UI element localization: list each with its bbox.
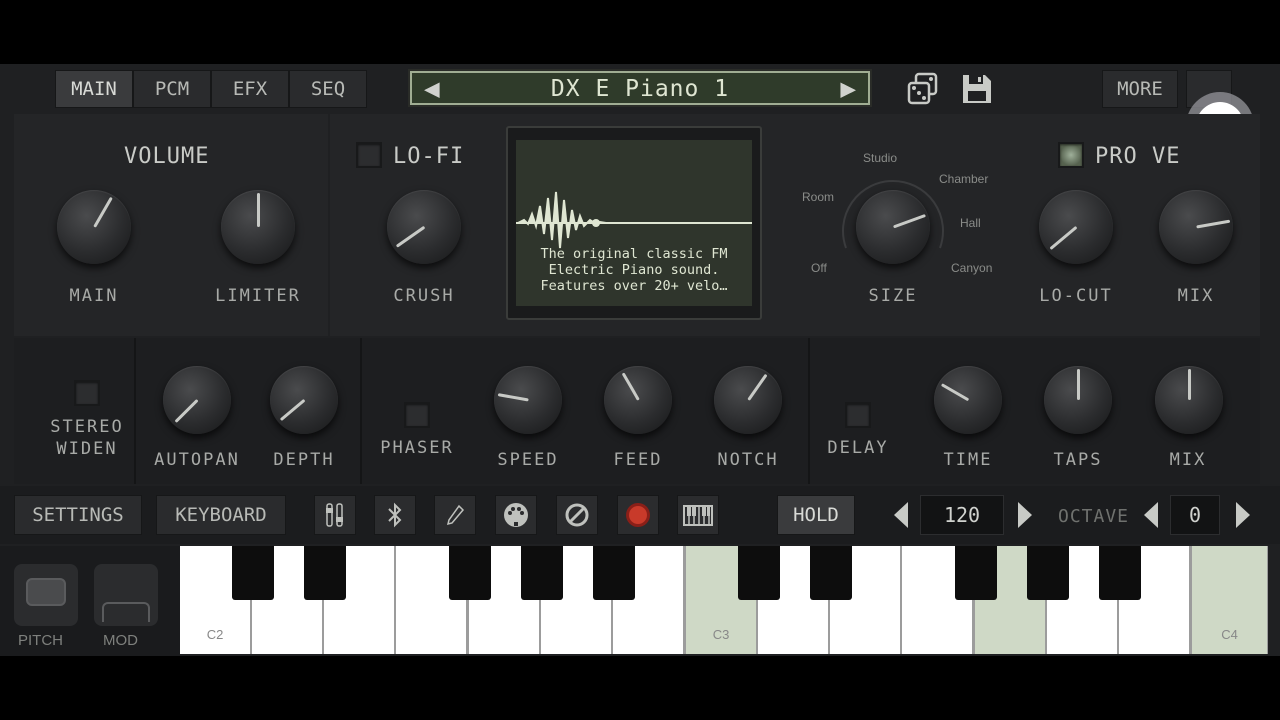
stereo-widen-checkbox[interactable] [74, 380, 100, 406]
octave-decrease-button[interactable] [1140, 498, 1162, 532]
depth-label: DEPTH [273, 450, 335, 470]
synth-app: MAIN PCM EFX SEQ ◀ DX E Piano 1 ▶ MORE V… [0, 64, 1280, 656]
autopan-knob[interactable] [163, 366, 231, 434]
limiter-label: LIMITER [215, 286, 301, 306]
notch-knob[interactable] [714, 366, 782, 434]
black-key[interactable] [593, 546, 635, 600]
main-volume-label: MAIN [69, 286, 119, 306]
delay-checkbox[interactable] [845, 402, 871, 428]
octave-label: OCTAVE [1058, 506, 1130, 527]
autopan-label: AUTOPAN [154, 450, 240, 470]
time-knob[interactable] [934, 366, 1002, 434]
tab-pcm[interactable]: PCM [133, 70, 211, 108]
preset-name: DX E Piano 1 [550, 76, 730, 102]
main-volume-knob[interactable] [57, 190, 131, 264]
lofi-checkbox[interactable] [356, 142, 382, 168]
waveform-display: The original classic FM Electric Piano s… [506, 126, 762, 320]
locut-label: LO-CUT [1039, 286, 1113, 306]
sliders-icon[interactable] [314, 495, 356, 535]
delay-mix-label: MIX [1169, 450, 1207, 470]
limiter-knob[interactable] [221, 190, 295, 264]
reverb-mix-knob[interactable] [1159, 190, 1233, 264]
pencil-icon[interactable] [434, 495, 476, 535]
depth-knob[interactable] [270, 366, 338, 434]
time-label: TIME [943, 450, 993, 470]
block-icon[interactable] [556, 495, 598, 535]
record-icon[interactable] [617, 495, 659, 535]
feed-label: FEED [613, 450, 663, 470]
black-key[interactable] [449, 546, 491, 600]
preset-prev-button[interactable]: ◀ [424, 74, 440, 104]
speed-knob[interactable] [494, 366, 562, 434]
dice-icon[interactable] [906, 72, 940, 106]
bluetooth-icon[interactable] [374, 495, 416, 535]
reverb-mode-off[interactable]: Off [811, 261, 827, 275]
keyboard-icon[interactable] [677, 495, 719, 535]
reverb-mix-label: MIX [1177, 286, 1215, 306]
tempo-decrease-button[interactable] [890, 498, 912, 532]
pitch-label: PITCH [18, 632, 63, 649]
volume-title: VOLUME [124, 144, 210, 169]
black-key[interactable] [1027, 546, 1069, 600]
pitch-wheel[interactable] [14, 564, 78, 626]
reverb-size-label: SIZE [868, 286, 918, 306]
tab-main[interactable]: MAIN [55, 70, 133, 108]
phaser-label: PHASER [380, 438, 454, 458]
pro-verb-checkbox[interactable] [1058, 142, 1084, 168]
piano-keyboard: C2 C3 C4 [180, 546, 1268, 654]
black-key[interactable] [955, 546, 997, 600]
reverb-mode-chamber[interactable]: Chamber [939, 172, 988, 186]
preset-description: The original classic FM Electric Piano s… [540, 246, 728, 294]
reverb-size-knob[interactable] [856, 190, 930, 264]
taps-knob[interactable] [1044, 366, 1112, 434]
save-icon[interactable] [960, 72, 994, 106]
reverb-mode-canyon[interactable]: Canyon [951, 261, 992, 275]
reverb-mode-studio[interactable]: Studio [863, 151, 897, 165]
black-key[interactable] [521, 546, 563, 600]
mod-wheel[interactable] [94, 564, 158, 626]
lofi-title: LO-FI [393, 144, 465, 169]
stereo-widen-label: STEREO WIDEN [50, 417, 124, 459]
hold-button[interactable]: HOLD [777, 495, 855, 535]
black-key[interactable] [1099, 546, 1141, 600]
black-key[interactable] [738, 546, 780, 600]
reverb-mode-room[interactable]: Room [802, 190, 834, 204]
taps-label: TAPS [1053, 450, 1103, 470]
tempo-display[interactable]: 120 [920, 495, 1004, 535]
phaser-checkbox[interactable] [404, 402, 430, 428]
octave-increase-button[interactable] [1232, 498, 1254, 532]
delay-mix-knob[interactable] [1155, 366, 1223, 434]
notch-label: NOTCH [717, 450, 779, 470]
more-button[interactable]: MORE [1102, 70, 1178, 108]
keyboard-button[interactable]: KEYBOARD [156, 495, 286, 535]
black-key[interactable] [232, 546, 274, 600]
pro-verb-title: PRO VE [1095, 144, 1181, 169]
octave-display[interactable]: 0 [1170, 495, 1220, 535]
locut-knob[interactable] [1039, 190, 1113, 264]
delay-label: DELAY [827, 438, 889, 458]
tab-seq[interactable]: SEQ [289, 70, 367, 108]
tab-efx[interactable]: EFX [211, 70, 289, 108]
settings-button[interactable]: SETTINGS [14, 495, 142, 535]
crush-knob[interactable] [387, 190, 461, 264]
midi-icon[interactable] [495, 495, 537, 535]
white-key-c4[interactable]: C4 [1192, 546, 1268, 654]
feed-knob[interactable] [604, 366, 672, 434]
preset-selector: ◀ DX E Piano 1 ▶ [408, 69, 872, 107]
crush-label: CRUSH [393, 286, 455, 306]
reverb-mode-hall[interactable]: Hall [960, 216, 981, 230]
black-key[interactable] [304, 546, 346, 600]
tempo-increase-button[interactable] [1014, 498, 1036, 532]
black-key[interactable] [810, 546, 852, 600]
preset-next-button[interactable]: ▶ [840, 74, 856, 104]
mod-label: MOD [103, 632, 138, 649]
speed-label: SPEED [497, 450, 559, 470]
